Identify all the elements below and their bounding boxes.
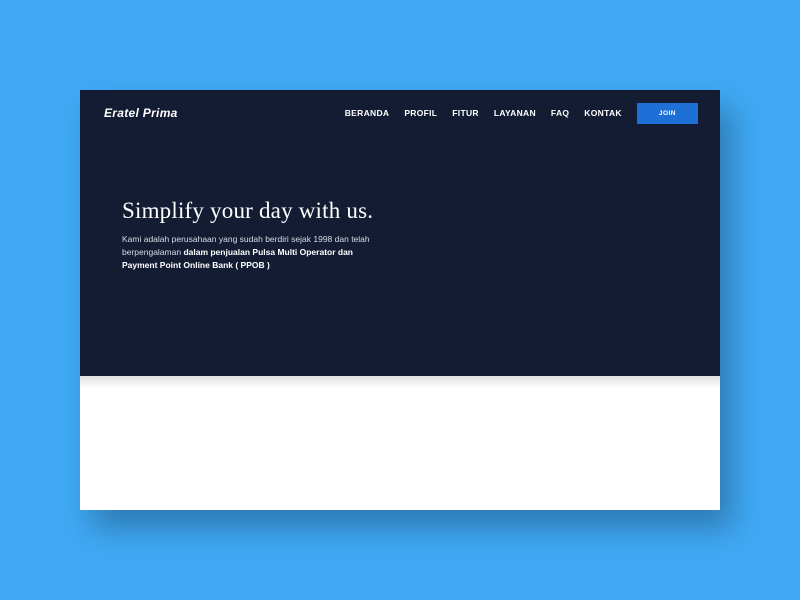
nav-link-fitur[interactable]: FITUR <box>452 108 479 118</box>
nav-link-kontak[interactable]: KONTAK <box>584 108 622 118</box>
hero-subtitle: Kami adalah perusahaan yang sudah berdir… <box>122 233 387 273</box>
nav-links: BERANDA PROFIL FITUR LAYANAN FAQ KONTAK <box>345 108 622 118</box>
join-button[interactable]: JOIN <box>637 103 698 124</box>
navbar: Eratel Prima BERANDA PROFIL FITUR LAYANA… <box>80 90 720 136</box>
nav-right: BERANDA PROFIL FITUR LAYANAN FAQ KONTAK … <box>345 103 698 124</box>
hero-section: Eratel Prima BERANDA PROFIL FITUR LAYANA… <box>80 90 720 376</box>
content-below-fold <box>80 388 720 510</box>
nav-link-beranda[interactable]: BERANDA <box>345 108 390 118</box>
nav-link-profil[interactable]: PROFIL <box>404 108 437 118</box>
nav-link-layanan[interactable]: LAYANAN <box>494 108 536 118</box>
hero-bottom-shadow <box>80 376 720 388</box>
brand-logo[interactable]: Eratel Prima <box>104 106 178 120</box>
hero-content: Simplify your day with us. Kami adalah p… <box>80 136 400 273</box>
hero-title: Simplify your day with us. <box>122 198 400 224</box>
browser-card: Eratel Prima BERANDA PROFIL FITUR LAYANA… <box>80 90 720 510</box>
nav-link-faq[interactable]: FAQ <box>551 108 569 118</box>
